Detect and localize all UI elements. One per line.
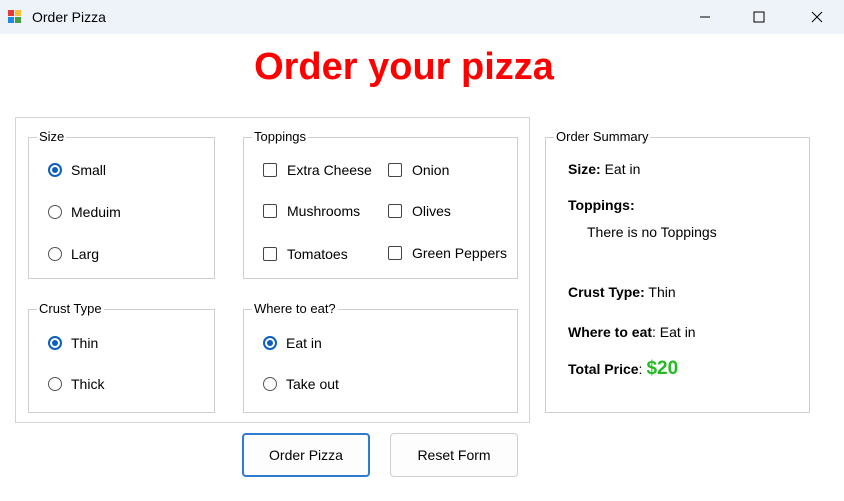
summary-group-title: Order Summary [554, 129, 651, 145]
where-option-label: Eat in [286, 335, 322, 351]
summary-total-price: $20 [646, 358, 679, 379]
size-small-radio[interactable] [48, 163, 62, 177]
minimize-icon [700, 16, 710, 18]
where-option-eat-in[interactable]: Eat in [263, 335, 322, 351]
page-title: Order your pizza [254, 46, 554, 88]
summary-where-value: : Eat in [652, 324, 696, 340]
crust-thick-radio[interactable] [48, 377, 62, 391]
size-group-title: Size [37, 129, 67, 145]
close-button[interactable] [794, 0, 840, 34]
topping-label: Olives [412, 203, 451, 219]
summary-size-label: Size: [568, 161, 601, 177]
summary-crust-label: Crust Type: [568, 284, 645, 300]
topping-onion[interactable]: Onion [388, 162, 449, 178]
topping-extra-cheese[interactable]: Extra Cheese [263, 162, 372, 178]
size-option-large[interactable]: Larg [48, 246, 99, 262]
crust-option-label: Thick [71, 376, 105, 392]
minimize-button[interactable] [682, 0, 728, 34]
take-out-radio[interactable] [263, 377, 277, 391]
olives-checkbox[interactable] [388, 204, 402, 218]
summary-total-sep: : [638, 361, 643, 377]
topping-green-peppers[interactable]: Green Peppers [388, 245, 507, 261]
summary-toppings-value: There is no Toppings [587, 224, 717, 240]
app-icon [8, 10, 23, 24]
crust-option-thick[interactable]: Thick [48, 376, 104, 392]
where-option-take-out[interactable]: Take out [263, 376, 339, 392]
topping-tomatoes[interactable]: Tomatoes [263, 246, 348, 262]
summary-size-value: Eat in [604, 161, 641, 177]
topping-mushrooms[interactable]: Mushrooms [263, 203, 360, 219]
size-option-label: Small [71, 162, 107, 178]
window-title: Order Pizza [32, 9, 106, 25]
topping-olives[interactable]: Olives [388, 203, 451, 219]
maximize-icon [753, 11, 765, 23]
crust-group-title: Crust Type [37, 301, 104, 317]
green-peppers-checkbox[interactable] [388, 246, 402, 260]
onion-checkbox[interactable] [388, 163, 402, 177]
reset-form-button[interactable]: Reset Form [390, 433, 518, 477]
crust-group: Crust Type [28, 301, 215, 413]
order-pizza-button[interactable]: Order Pizza [242, 433, 370, 477]
size-option-label: Meduim [71, 204, 121, 220]
summary-size: Size: Eat in [568, 161, 640, 177]
summary-crust: Crust Type: Thin [568, 284, 676, 300]
summary-total-label: Total Price [568, 361, 639, 377]
mushrooms-checkbox[interactable] [263, 204, 277, 218]
crust-thin-radio[interactable] [48, 336, 62, 350]
toppings-group-title: Toppings [252, 129, 309, 145]
summary-total: Total Price: $20 [568, 358, 678, 380]
topping-label: Tomatoes [287, 246, 348, 262]
summary-where: Where to eat: Eat in [568, 324, 696, 340]
where-option-label: Take out [286, 376, 339, 392]
close-icon [811, 11, 823, 23]
size-option-label: Larg [71, 246, 100, 262]
crust-option-thin[interactable]: Thin [48, 335, 98, 351]
eat-in-radio[interactable] [263, 336, 277, 350]
size-medium-radio[interactable] [48, 205, 62, 219]
summary-toppings-label: Toppings: [568, 197, 635, 213]
where-group-title: Where to eat? [252, 301, 338, 317]
topping-label: Extra Cheese [287, 162, 372, 178]
topping-label: Mushrooms [287, 203, 361, 219]
summary-where-label: Where to eat [568, 324, 653, 340]
size-large-radio[interactable] [48, 247, 62, 261]
extra-cheese-checkbox[interactable] [263, 163, 277, 177]
size-option-medium[interactable]: Meduim [48, 204, 121, 220]
topping-label: Onion [412, 162, 450, 178]
crust-option-label: Thin [71, 335, 99, 351]
maximize-button[interactable] [736, 0, 782, 34]
where-to-eat-group: Where to eat? [243, 301, 518, 413]
summary-toppings: Toppings: [568, 197, 635, 213]
tomatoes-checkbox[interactable] [263, 247, 277, 261]
summary-crust-value: Thin [648, 284, 676, 300]
topping-label: Green Peppers [412, 245, 507, 261]
size-option-small[interactable]: Small [48, 162, 106, 178]
title-bar: Order Pizza [0, 0, 844, 34]
